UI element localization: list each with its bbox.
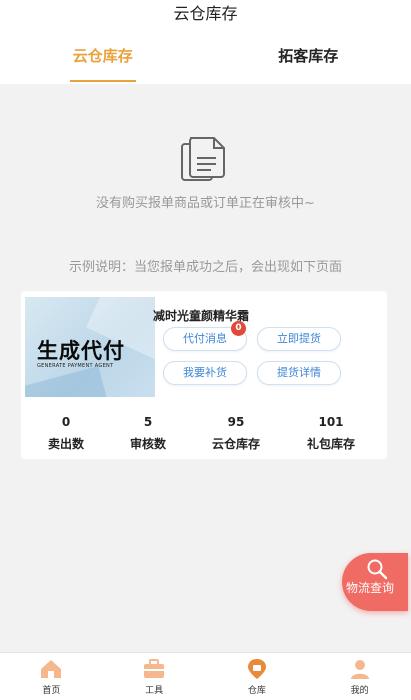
nav-mine[interactable]: 我的 — [308, 653, 411, 700]
document-icon — [181, 137, 225, 181]
home-icon — [41, 660, 62, 678]
stat-gift-stock: 101 礼包库存 — [306, 415, 355, 451]
image-title: 生成代付 — [37, 339, 125, 363]
page-title: 云仓库存 — [0, 0, 411, 34]
tab-cloud-stock[interactable]: 云仓库存 — [0, 34, 206, 84]
stat-reviewing: 5 审核数 — [129, 415, 166, 451]
tab-bar: 云仓库存 拓客库存 — [0, 34, 411, 84]
warehouse-icon — [247, 659, 266, 679]
nav-home[interactable]: 首页 — [0, 653, 103, 700]
image-subtitle: GENERATE PAYMENT AGENT — [37, 363, 114, 369]
message-count-badge: 0 — [231, 321, 246, 336]
nav-tools[interactable]: 工具 — [103, 653, 206, 700]
pickup-now-button[interactable]: 立即提货 — [257, 327, 341, 351]
bottom-navigation: 首页 工具 仓库 我的 — [0, 652, 411, 700]
user-icon — [350, 660, 369, 679]
stat-cloud-stock: 95 云仓库存 — [211, 415, 260, 451]
example-stock-card: 生成代付 GENERATE PAYMENT AGENT 减时光童颜精华霜 代付消… — [21, 291, 387, 459]
logistics-query-label: 物流查询 — [346, 581, 395, 595]
example-description: 示例说明：当您报单成功之后，会出现如下页面 — [68, 260, 342, 275]
empty-message: 没有购买报单商品或订单正在审核中~ — [96, 196, 315, 211]
pickup-details-button[interactable]: 提货详情 — [257, 361, 341, 385]
search-icon — [367, 559, 388, 580]
tab-customer-stock[interactable]: 拓客库存 — [206, 34, 411, 84]
product-image: 生成代付 GENERATE PAYMENT AGENT — [25, 297, 155, 397]
restock-button[interactable]: 我要补货 — [163, 361, 247, 385]
toolbox-icon — [144, 659, 165, 678]
logistics-query-button[interactable]: 物流查询 — [342, 553, 408, 611]
nav-warehouse[interactable]: 仓库 — [206, 653, 309, 700]
stat-sold: 0 卖出数 — [47, 415, 84, 451]
